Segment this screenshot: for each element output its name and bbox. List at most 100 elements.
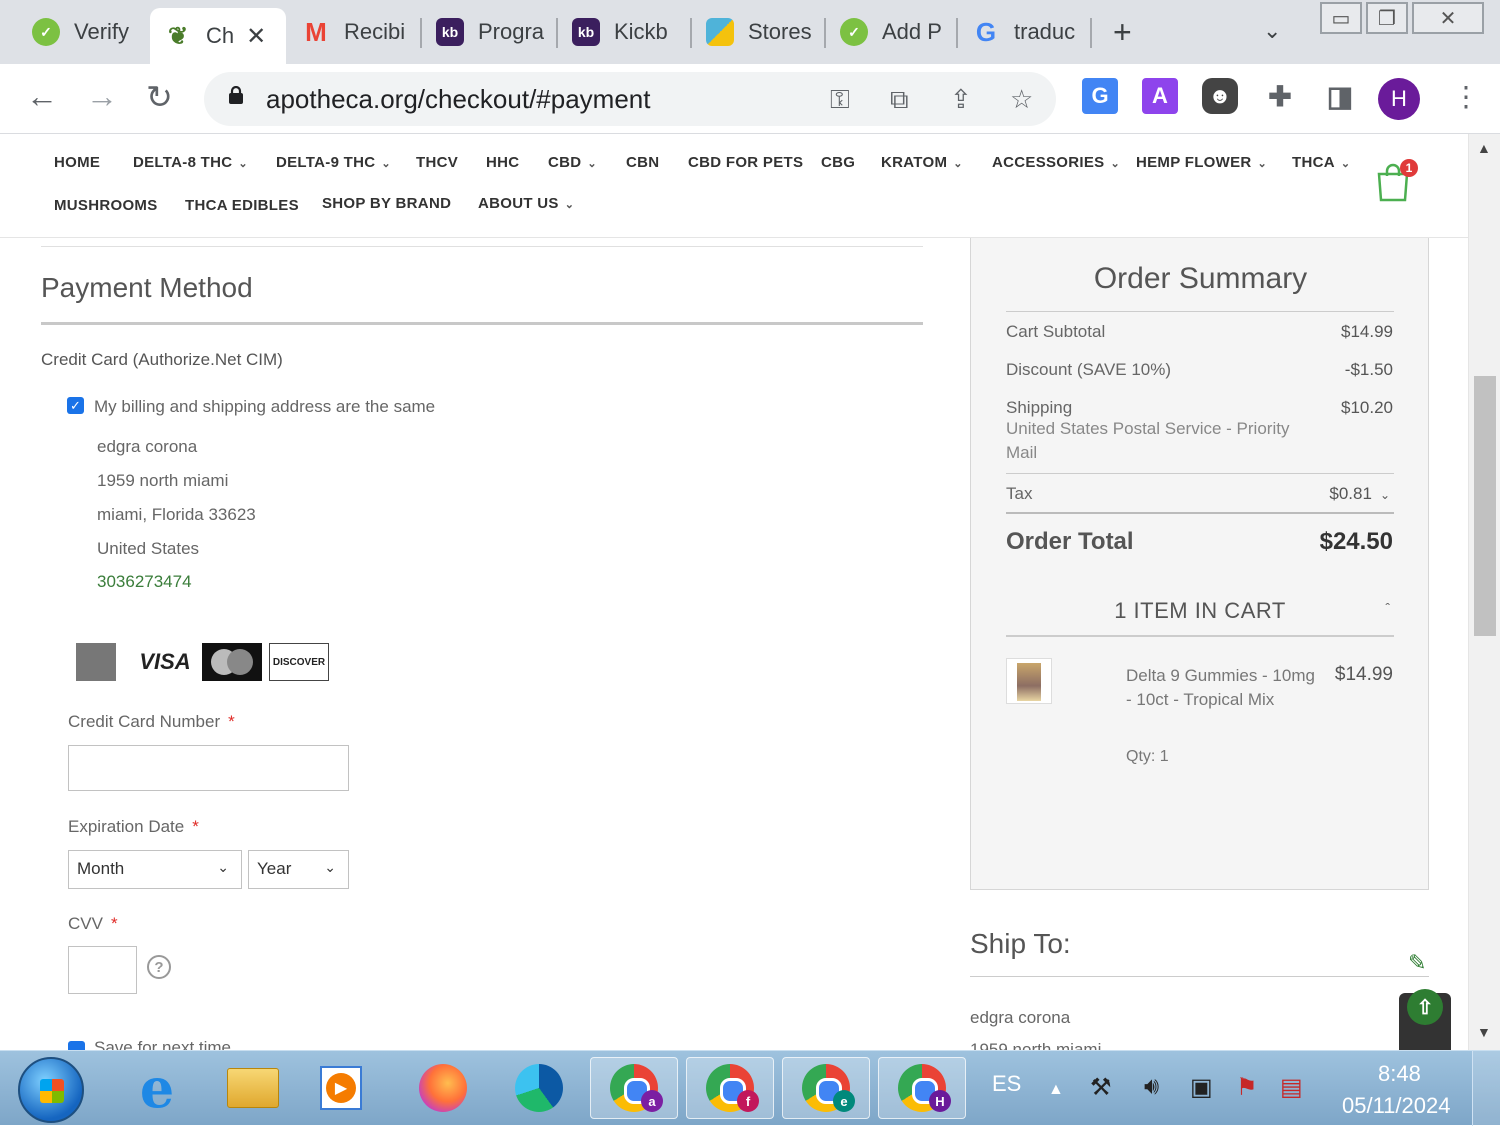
nav-cbn[interactable]: CBN [626,154,659,171]
key-icon[interactable]: ⚿ [830,84,850,116]
tab-checkout[interactable]: ❦ Ch ✕ [150,8,286,64]
tab-label: Stores [748,19,812,44]
nav-delta-8[interactable]: DELTA-8 THC ⌄ [133,154,248,171]
url-text[interactable]: apotheca.org/checkout/#payment [266,84,650,115]
ship-to-name: edgra corona [970,1008,1071,1027]
profile-avatar[interactable]: H [1378,78,1420,120]
summary-rule [1006,311,1394,312]
taskbar-file-explorer[interactable] [220,1057,286,1119]
tab-stores[interactable]: Stores [692,8,822,56]
taskbar-internet-explorer[interactable]: e [124,1056,190,1120]
pencil-edit-icon[interactable]: ✎ [1408,950,1426,976]
google-translate-extension-icon[interactable]: G [1082,78,1118,114]
tab-gmail[interactable]: M Recibi [288,8,418,56]
clock-time[interactable]: 8:48 [1378,1061,1421,1087]
save-card-label[interactable]: Save for next time [94,1038,231,1050]
nav-shop-by-brand[interactable]: SHOP BY BRAND [322,195,451,212]
new-tab-button[interactable]: + [1113,14,1132,51]
scroll-down-arrow-icon[interactable]: ▼ [1477,1024,1491,1040]
nav-kratom[interactable]: KRATOM ⌄ [881,154,963,171]
close-tab-icon[interactable]: ✕ [246,22,266,51]
taskbar-chrome-profile-f[interactable]: f [686,1057,774,1119]
more-menu-icon[interactable]: ⋮ [1452,80,1480,113]
nav-cbd[interactable]: CBD ⌄ [548,154,597,171]
tax-row[interactable]: $0.81 ⌄ [1329,484,1390,504]
translate-page-icon[interactable]: ⧉ [890,84,909,116]
tab-verify[interactable]: ✓ Verify [18,8,148,56]
start-button[interactable] [18,1057,84,1123]
taskbar-chrome-profile-h[interactable]: H [878,1057,966,1119]
scroll-up-arrow-icon[interactable]: ▲ [1477,140,1491,156]
nav-hhc[interactable]: HHC [486,154,519,171]
nav-label: KRATOM [881,154,948,171]
nav-cbg[interactable]: CBG [821,154,855,171]
page-scrollbar[interactable]: ▲ ▼ [1468,134,1500,1050]
text-extension-icon[interactable]: A [1142,78,1178,114]
tab-add-product[interactable]: ✓ Add P [826,8,954,56]
amex-logo-icon [76,643,116,681]
scroll-to-top-button[interactable]: ⇧ [1399,989,1451,1050]
tab-search-chevron-icon[interactable]: ⌄ [1263,18,1281,44]
nav-cbd-for-pets[interactable]: CBD FOR PETS [688,154,803,171]
taskbar-chrome-profile-a[interactable]: a [590,1057,678,1119]
tools-tray-icon[interactable]: ⚒ [1090,1073,1112,1102]
same-address-label[interactable]: My billing and shipping address are the … [94,397,435,417]
side-panel-icon[interactable]: ◨ [1322,78,1358,114]
address-bar[interactable]: apotheca.org/checkout/#payment ⚿ ⧉ ⇪ ☆ [204,72,1056,126]
tab-google-translate[interactable]: G traduc [958,8,1088,56]
same-address-checkbox[interactable]: ✓ [67,397,84,414]
nav-hemp-flower[interactable]: HEMP FLOWER ⌄ [1136,154,1267,171]
show-desktop-button[interactable] [1472,1051,1500,1126]
volume-icon[interactable]: 🔊︎ [1144,1073,1159,1101]
nav-thca[interactable]: THCA ⌄ [1292,154,1350,171]
nav-about-us[interactable]: ABOUT US ⌄ [478,195,574,212]
items-in-cart-toggle[interactable]: 1 ITEM IN CART [1006,598,1394,624]
shipping-method: United States Postal Service - Priority … [1006,419,1290,462]
expiration-month-select[interactable]: Month ⌄ [68,850,242,889]
taskbar-media-player[interactable]: ▶ [308,1057,374,1119]
billing-phone[interactable]: 3036273474 [97,572,192,592]
cvv-input[interactable] [68,946,137,994]
network-icon[interactable]: ▣ [1190,1073,1213,1102]
nav-delta-9[interactable]: DELTA-9 THC ⌄ [276,154,391,171]
nav-label: HEMP FLOWER [1136,154,1252,171]
nav-thca-edibles[interactable]: THCA EDIBLES [185,197,299,214]
tab-kb-kickback[interactable]: kb Kickb [558,8,688,56]
cvv-label-text: CVV [68,914,103,933]
lock-icon[interactable] [228,86,244,104]
power-warning-icon[interactable]: ▤ [1280,1073,1303,1102]
internet-explorer-icon: e [139,1056,175,1120]
tab-kb-programs[interactable]: kb Progra [422,8,554,56]
scrollbar-thumb[interactable] [1474,376,1496,636]
nav-home[interactable]: HOME [54,154,100,171]
action-center-flag-icon[interactable]: ⚑ [1236,1073,1258,1102]
clock-date[interactable]: 05/11/2024 [1342,1093,1450,1119]
payment-method-option[interactable]: Credit Card (Authorize.Net CIM) [41,350,283,370]
back-arrow-icon[interactable]: ← [26,78,58,115]
reload-icon[interactable]: ↻ [146,78,173,116]
minimize-window-icon[interactable]: ▭ [1320,2,1362,34]
extensions-puzzle-icon[interactable]: ✚ [1262,78,1298,114]
help-question-icon[interactable]: ? [147,955,171,979]
nav-accessories[interactable]: ACCESSORIES ⌄ [992,154,1120,171]
expiration-year-select[interactable]: Year ⌄ [248,850,349,889]
share-icon[interactable]: ⇪ [950,84,972,115]
card-number-input[interactable] [68,745,349,791]
nav-thcv[interactable]: THCV [416,154,458,171]
forward-arrow-icon[interactable]: → [86,78,118,115]
taskbar-edge[interactable] [506,1057,572,1119]
robot-extension-icon[interactable]: ☻ [1202,78,1238,114]
show-hidden-icons-icon[interactable]: ▲ [1048,1081,1064,1099]
nav-mushrooms[interactable]: MUSHROOMS [54,197,158,214]
close-window-icon[interactable]: ✕ [1412,2,1484,34]
language-indicator[interactable]: ES [992,1071,1021,1097]
order-total-label: Order Total [1006,528,1134,555]
chevron-up-icon[interactable]: ˆ [1385,600,1390,616]
shipping-value: $10.20 [1341,398,1393,417]
google-icon: G [975,16,997,47]
taskbar-firefox[interactable] [410,1057,476,1119]
taskbar-chrome-profile-e[interactable]: e [782,1057,870,1119]
bookmark-star-icon[interactable]: ☆ [1010,84,1033,115]
restore-window-icon[interactable]: ❐ [1366,2,1408,34]
product-thumbnail[interactable] [1006,658,1052,704]
